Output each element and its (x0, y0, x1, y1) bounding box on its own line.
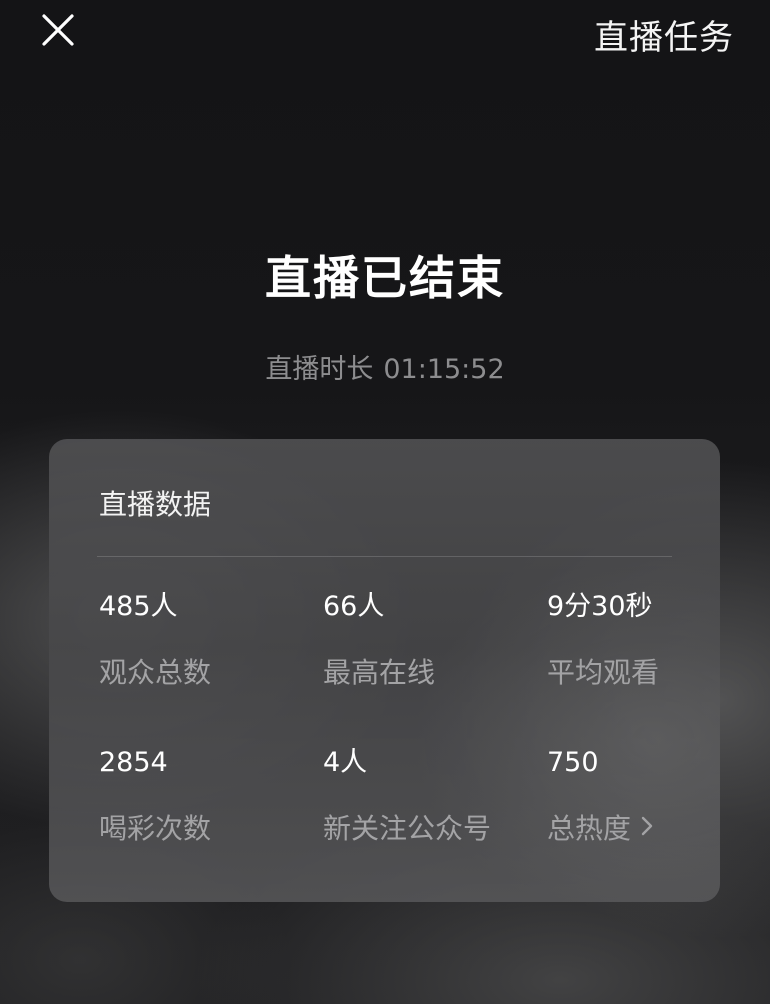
stat-label: 总热度 (547, 812, 632, 845)
close-icon (36, 10, 80, 50)
stat-value: 66人 (323, 591, 385, 622)
stat-label: 观众总数 (99, 656, 212, 689)
stat-total-heat: 750 总热度 (547, 743, 747, 850)
live-task-button[interactable]: 直播任务 (594, 16, 734, 60)
stat-label: 新关注公众号 (323, 812, 492, 845)
duration-label: 直播时长 (265, 354, 374, 385)
stat-cheer-count: 2854 喝彩次数 (99, 743, 299, 849)
stat-value: 750 (547, 747, 599, 778)
page-title: 直播已结束 (265, 251, 505, 305)
stat-value: 4人 (323, 747, 368, 778)
stat-average-watch: 9分30秒 平均观看 (547, 587, 747, 693)
stats-card-title: 直播数据 (99, 488, 212, 521)
stat-value: 2854 (99, 747, 168, 778)
divider (97, 556, 672, 557)
stat-new-followers: 4人 新关注公众号 (323, 743, 523, 849)
stat-total-viewers: 485人 观众总数 (99, 587, 299, 693)
close-button[interactable] (36, 10, 80, 50)
stat-value: 9分30秒 (547, 591, 653, 622)
stat-peak-online: 66人 最高在线 (323, 587, 523, 693)
total-heat-link[interactable]: 总热度 (547, 809, 747, 850)
duration-value: 01:15:52 (383, 354, 505, 385)
live-duration: 直播时长 01:15:52 (0, 350, 770, 390)
stat-label: 喝彩次数 (99, 812, 212, 845)
chevron-right-icon (641, 808, 653, 848)
stat-value: 485人 (99, 591, 178, 622)
stat-label: 最高在线 (323, 656, 436, 689)
stat-label: 平均观看 (547, 656, 660, 689)
